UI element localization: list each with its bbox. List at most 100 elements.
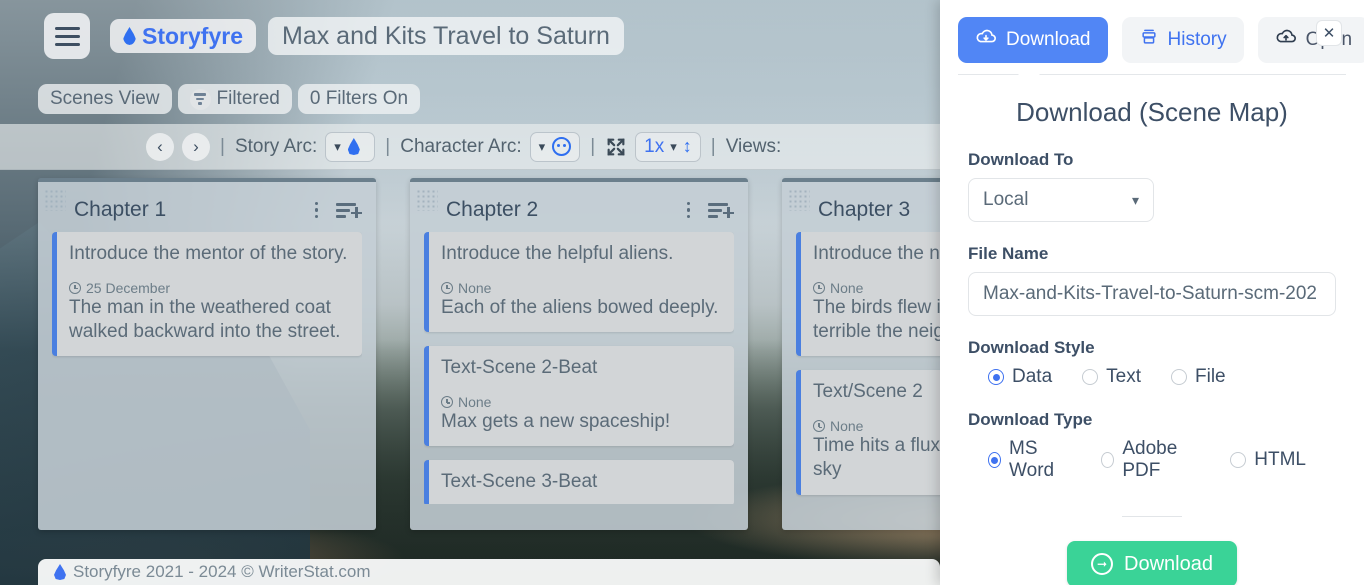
chevron-down-icon: ▾ <box>538 138 546 154</box>
chevron-down-icon: ▾ <box>670 138 677 154</box>
download-type-radio-group: MS Word Adobe PDF HTML <box>968 438 1336 482</box>
scene-card-body: Max gets a new spaceship! <box>441 410 671 432</box>
character-arc-select[interactable]: ▾ <box>529 131 581 162</box>
next-button[interactable]: › <box>182 132 210 161</box>
story-arc-label: Story Arc: <box>234 135 318 157</box>
radio-type-ms-word[interactable]: MS Word <box>988 438 1071 482</box>
story-arc-select[interactable]: ▾ <box>325 131 376 162</box>
hamburger-icon <box>54 42 80 46</box>
flame-icon <box>348 138 360 155</box>
chip-filters-on[interactable]: 0 Filters On <box>297 84 421 114</box>
radio-style-data[interactable]: Data <box>988 366 1052 388</box>
add-scene-icon[interactable] <box>708 201 734 219</box>
radio-label: File <box>1195 366 1226 387</box>
chip-scenes-view[interactable]: Scenes View <box>38 84 172 114</box>
hamburger-menu-button[interactable] <box>44 13 90 59</box>
tab-history[interactable]: History <box>1121 17 1244 63</box>
scene-card[interactable]: Text-Scene 3-Beat <box>424 460 734 504</box>
column-title: Chapter 3 <box>818 198 911 221</box>
download-submit-label: Download <box>1124 552 1213 575</box>
cloud-upload-icon <box>1275 26 1297 54</box>
panel-form: Download To Local ▾ File Name Download S… <box>940 150 1364 585</box>
history-icon <box>1139 27 1159 53</box>
clock-icon <box>813 420 825 433</box>
up-down-arrow-icon: ↕ <box>682 136 692 156</box>
column-menu-icon[interactable] <box>314 201 318 219</box>
download-submit-button[interactable]: ➞ Download <box>1067 541 1237 585</box>
scene-card-date: None <box>458 393 492 410</box>
download-type-label: Download Type <box>968 410 1093 429</box>
chip-label: 0 Filters On <box>309 88 409 109</box>
drag-handle[interactable] <box>416 189 438 211</box>
scene-card-title: Text-Scene 3-Beat <box>441 471 598 493</box>
scene-card-meta: None <box>441 394 722 410</box>
download-to-value: Local <box>983 189 1029 210</box>
prev-button[interactable]: ‹ <box>146 132 174 161</box>
flame-icon <box>123 27 136 45</box>
chevron-down-icon: ▾ <box>334 138 341 154</box>
scene-card-title: Introduce the mentor of the story. <box>69 243 348 264</box>
app-root: Storyfyre Max and Kits Travel to Saturn … <box>0 0 1364 585</box>
chip-filtered[interactable]: Filtered <box>177 84 292 114</box>
column-header: Chapter 2 <box>424 182 734 232</box>
brand-label: Storyfyre <box>142 22 243 49</box>
zoom-level-label: 1x <box>644 135 665 157</box>
tab-label: History <box>1167 29 1227 50</box>
add-scene-icon[interactable] <box>336 201 362 219</box>
radio-indicator <box>1230 452 1247 468</box>
radio-indicator <box>988 452 1002 468</box>
file-name-input[interactable] <box>968 272 1336 316</box>
toolbar-separator: | <box>590 135 596 157</box>
face-icon <box>552 137 572 156</box>
scene-card[interactable]: Text-Scene 2-Beat None Max gets a new sp… <box>424 346 734 447</box>
scene-card-body: The man in the weathered coat walked bac… <box>69 296 341 343</box>
panel-heading: Download (Scene Map) <box>1016 97 1288 127</box>
radio-label: Text <box>1106 366 1141 387</box>
scene-card[interactable]: Introduce the mentor of the story. 25 De… <box>52 232 362 357</box>
tab-download[interactable]: Download <box>958 17 1108 63</box>
radio-indicator <box>1171 369 1187 385</box>
arrow-circle-right-icon: ➞ <box>1091 553 1114 575</box>
hamburger-icon <box>54 34 80 38</box>
column-title: Chapter 1 <box>74 198 167 221</box>
expand-arrows-icon[interactable] <box>605 136 627 158</box>
tab-open[interactable]: Open <box>1257 17 1364 63</box>
column-header: Chapter 1 <box>52 182 362 232</box>
radio-indicator <box>988 369 1004 385</box>
radio-style-file[interactable]: File <box>1171 366 1226 388</box>
toolbar-separator: | <box>385 135 391 157</box>
story-title[interactable]: Max and Kits Travel to Saturn <box>268 17 624 55</box>
radio-indicator <box>1082 369 1099 385</box>
brand-logo[interactable]: Storyfyre <box>110 19 256 53</box>
radio-style-text[interactable]: Text <box>1082 366 1141 388</box>
scene-card-date: 25 December <box>86 279 171 296</box>
scene-card-body: Each of the aliens bowed deeply. <box>441 296 719 318</box>
radio-label: HTML <box>1254 449 1306 470</box>
drag-handle[interactable] <box>788 189 810 211</box>
download-to-select[interactable]: Local ▾ <box>968 178 1154 222</box>
download-to-label: Download To <box>968 150 1074 169</box>
radio-type-html[interactable]: HTML <box>1230 449 1306 471</box>
board-column: Chapter 1 Introduce the mentor of the st… <box>38 178 376 530</box>
radio-type-adobe-pdf[interactable]: Adobe PDF <box>1101 438 1200 482</box>
scene-card-date: None <box>830 279 864 296</box>
clock-icon <box>69 281 81 294</box>
filter-icon <box>189 88 211 110</box>
hamburger-icon <box>54 26 80 30</box>
character-arc-label: Character Arc: <box>400 135 522 157</box>
zoom-level-select[interactable]: 1x ▾ ↕ <box>635 131 701 162</box>
scene-card[interactable]: Introduce the helpful aliens. None Each … <box>424 232 734 333</box>
tab-active-pointer <box>1018 64 1040 75</box>
drag-handle[interactable] <box>44 189 66 211</box>
close-panel-button[interactable]: ✕ <box>1316 20 1342 46</box>
radio-label: MS Word <box>1009 438 1055 481</box>
clock-icon <box>813 281 825 294</box>
chip-label: Filtered <box>216 88 280 109</box>
column-menu-icon[interactable] <box>686 201 690 219</box>
flame-icon <box>54 564 66 580</box>
panel-tab-bar: Download History Open <box>940 0 1364 75</box>
download-panel: Download History Open <box>940 0 1364 585</box>
scene-card-meta: 25 December <box>69 280 350 296</box>
views-label: Views: <box>725 135 782 157</box>
download-style-radio-group: Data Text File <box>968 366 1336 388</box>
